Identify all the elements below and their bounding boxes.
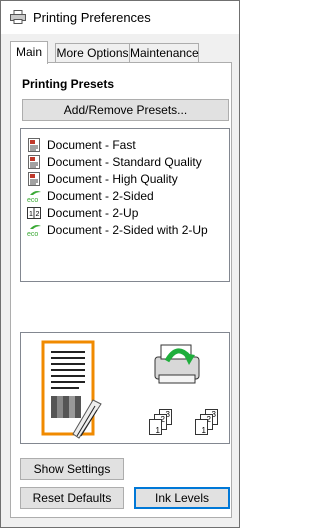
svg-text:2: 2 [36,211,40,218]
settings-preview: 3 2 1 3 2 1 [20,332,230,444]
main-tab-page: Printing Presets Add/Remove Presets... D… [10,62,232,518]
preset-label: Document - 2-Sided [47,189,154,203]
printing-preferences-window: Printing Preferences Main More Options M… [0,0,240,528]
window-title: Printing Preferences [33,10,151,25]
printer-eject-icon [154,344,200,384]
svg-text:eco: eco [27,231,38,237]
show-settings-button[interactable]: Show Settings [20,458,124,480]
tab-maintenance[interactable]: Maintenance [129,43,199,63]
reset-defaults-button[interactable]: Reset Defaults [20,487,124,509]
ink-levels-button[interactable]: Ink Levels [134,487,230,509]
svg-text:eco: eco [27,197,38,203]
page-1: 1 [195,419,208,435]
document-icon [28,155,40,169]
presets-list[interactable]: Document - Fast Document - Standard Qual… [20,128,230,282]
svg-text:1: 1 [29,211,33,218]
preset-label: Document - 2-Sided with 2-Up [47,223,208,237]
eco-icon: eco [27,191,41,203]
document-icon [28,172,40,186]
add-remove-presets-button[interactable]: Add/Remove Presets... [22,99,229,121]
tab-main[interactable]: Main [10,41,48,64]
preset-label: Document - Fast [47,138,136,152]
tab-strip: Main More Options Maintenance [10,41,232,64]
tab-more-options[interactable]: More Options [55,43,130,63]
printer-icon [10,10,26,24]
two-up-icon: 1 2 [27,207,41,219]
page-1: 1 [149,419,162,435]
printing-presets-heading: Printing Presets [22,77,115,91]
title-bar: Printing Preferences [1,1,239,34]
paper-preview-icon [41,340,102,439]
preset-label: Document - High Quality [47,172,178,186]
collate-stack-a: 3 2 1 [149,409,177,437]
preset-label: Document - Standard Quality [47,155,202,169]
preset-label: Document - 2-Up [47,206,139,220]
document-icon [28,138,40,152]
eco-icon: eco [27,225,41,237]
collate-stack-b: 3 2 1 [195,409,223,437]
